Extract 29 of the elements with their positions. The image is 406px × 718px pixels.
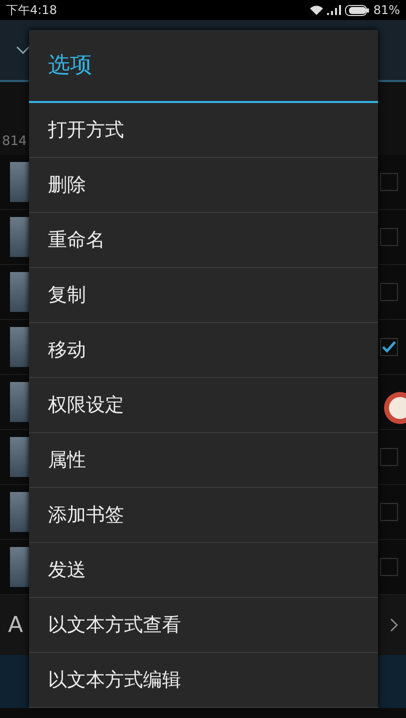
battery-percent: 81% — [373, 2, 400, 19]
menu-item[interactable]: 以文本方式编辑 — [29, 653, 378, 708]
menu-item[interactable]: 发送 — [29, 543, 378, 598]
menu-item[interactable]: 移动 — [29, 323, 378, 378]
signal-icon — [327, 5, 342, 15]
menu-item[interactable]: 打开方式 — [29, 103, 378, 158]
wifi-icon — [310, 5, 324, 15]
dialog-title: 选项 — [48, 52, 92, 80]
menu-item[interactable]: 添加书签 — [29, 488, 378, 543]
checkbox[interactable] — [380, 448, 398, 466]
menu-item[interactable]: 以文本方式查看 — [29, 598, 378, 653]
chevron-right-icon[interactable] — [390, 618, 398, 632]
checkbox[interactable] — [380, 283, 398, 301]
menu-item[interactable]: 复制 — [29, 268, 378, 323]
menu-item[interactable]: 重命名 — [29, 213, 378, 268]
checkbox[interactable] — [380, 503, 398, 521]
menu-item[interactable]: 权限设定 — [29, 378, 378, 433]
bottom-label: A — [8, 612, 24, 640]
floating-assistant-icon[interactable] — [382, 390, 406, 426]
checkbox[interactable] — [380, 173, 398, 191]
chevron-down-icon[interactable] — [16, 46, 30, 54]
checkbox[interactable] — [380, 338, 398, 356]
menu-item[interactable]: 删除 — [29, 158, 378, 213]
menu-item[interactable]: 属性 — [29, 433, 378, 488]
checkbox[interactable] — [380, 558, 398, 576]
path-text: 814 — [1, 132, 28, 150]
checkbox[interactable] — [380, 228, 398, 246]
status-time: 下午4:18 — [6, 2, 57, 19]
battery-icon — [345, 4, 370, 16]
